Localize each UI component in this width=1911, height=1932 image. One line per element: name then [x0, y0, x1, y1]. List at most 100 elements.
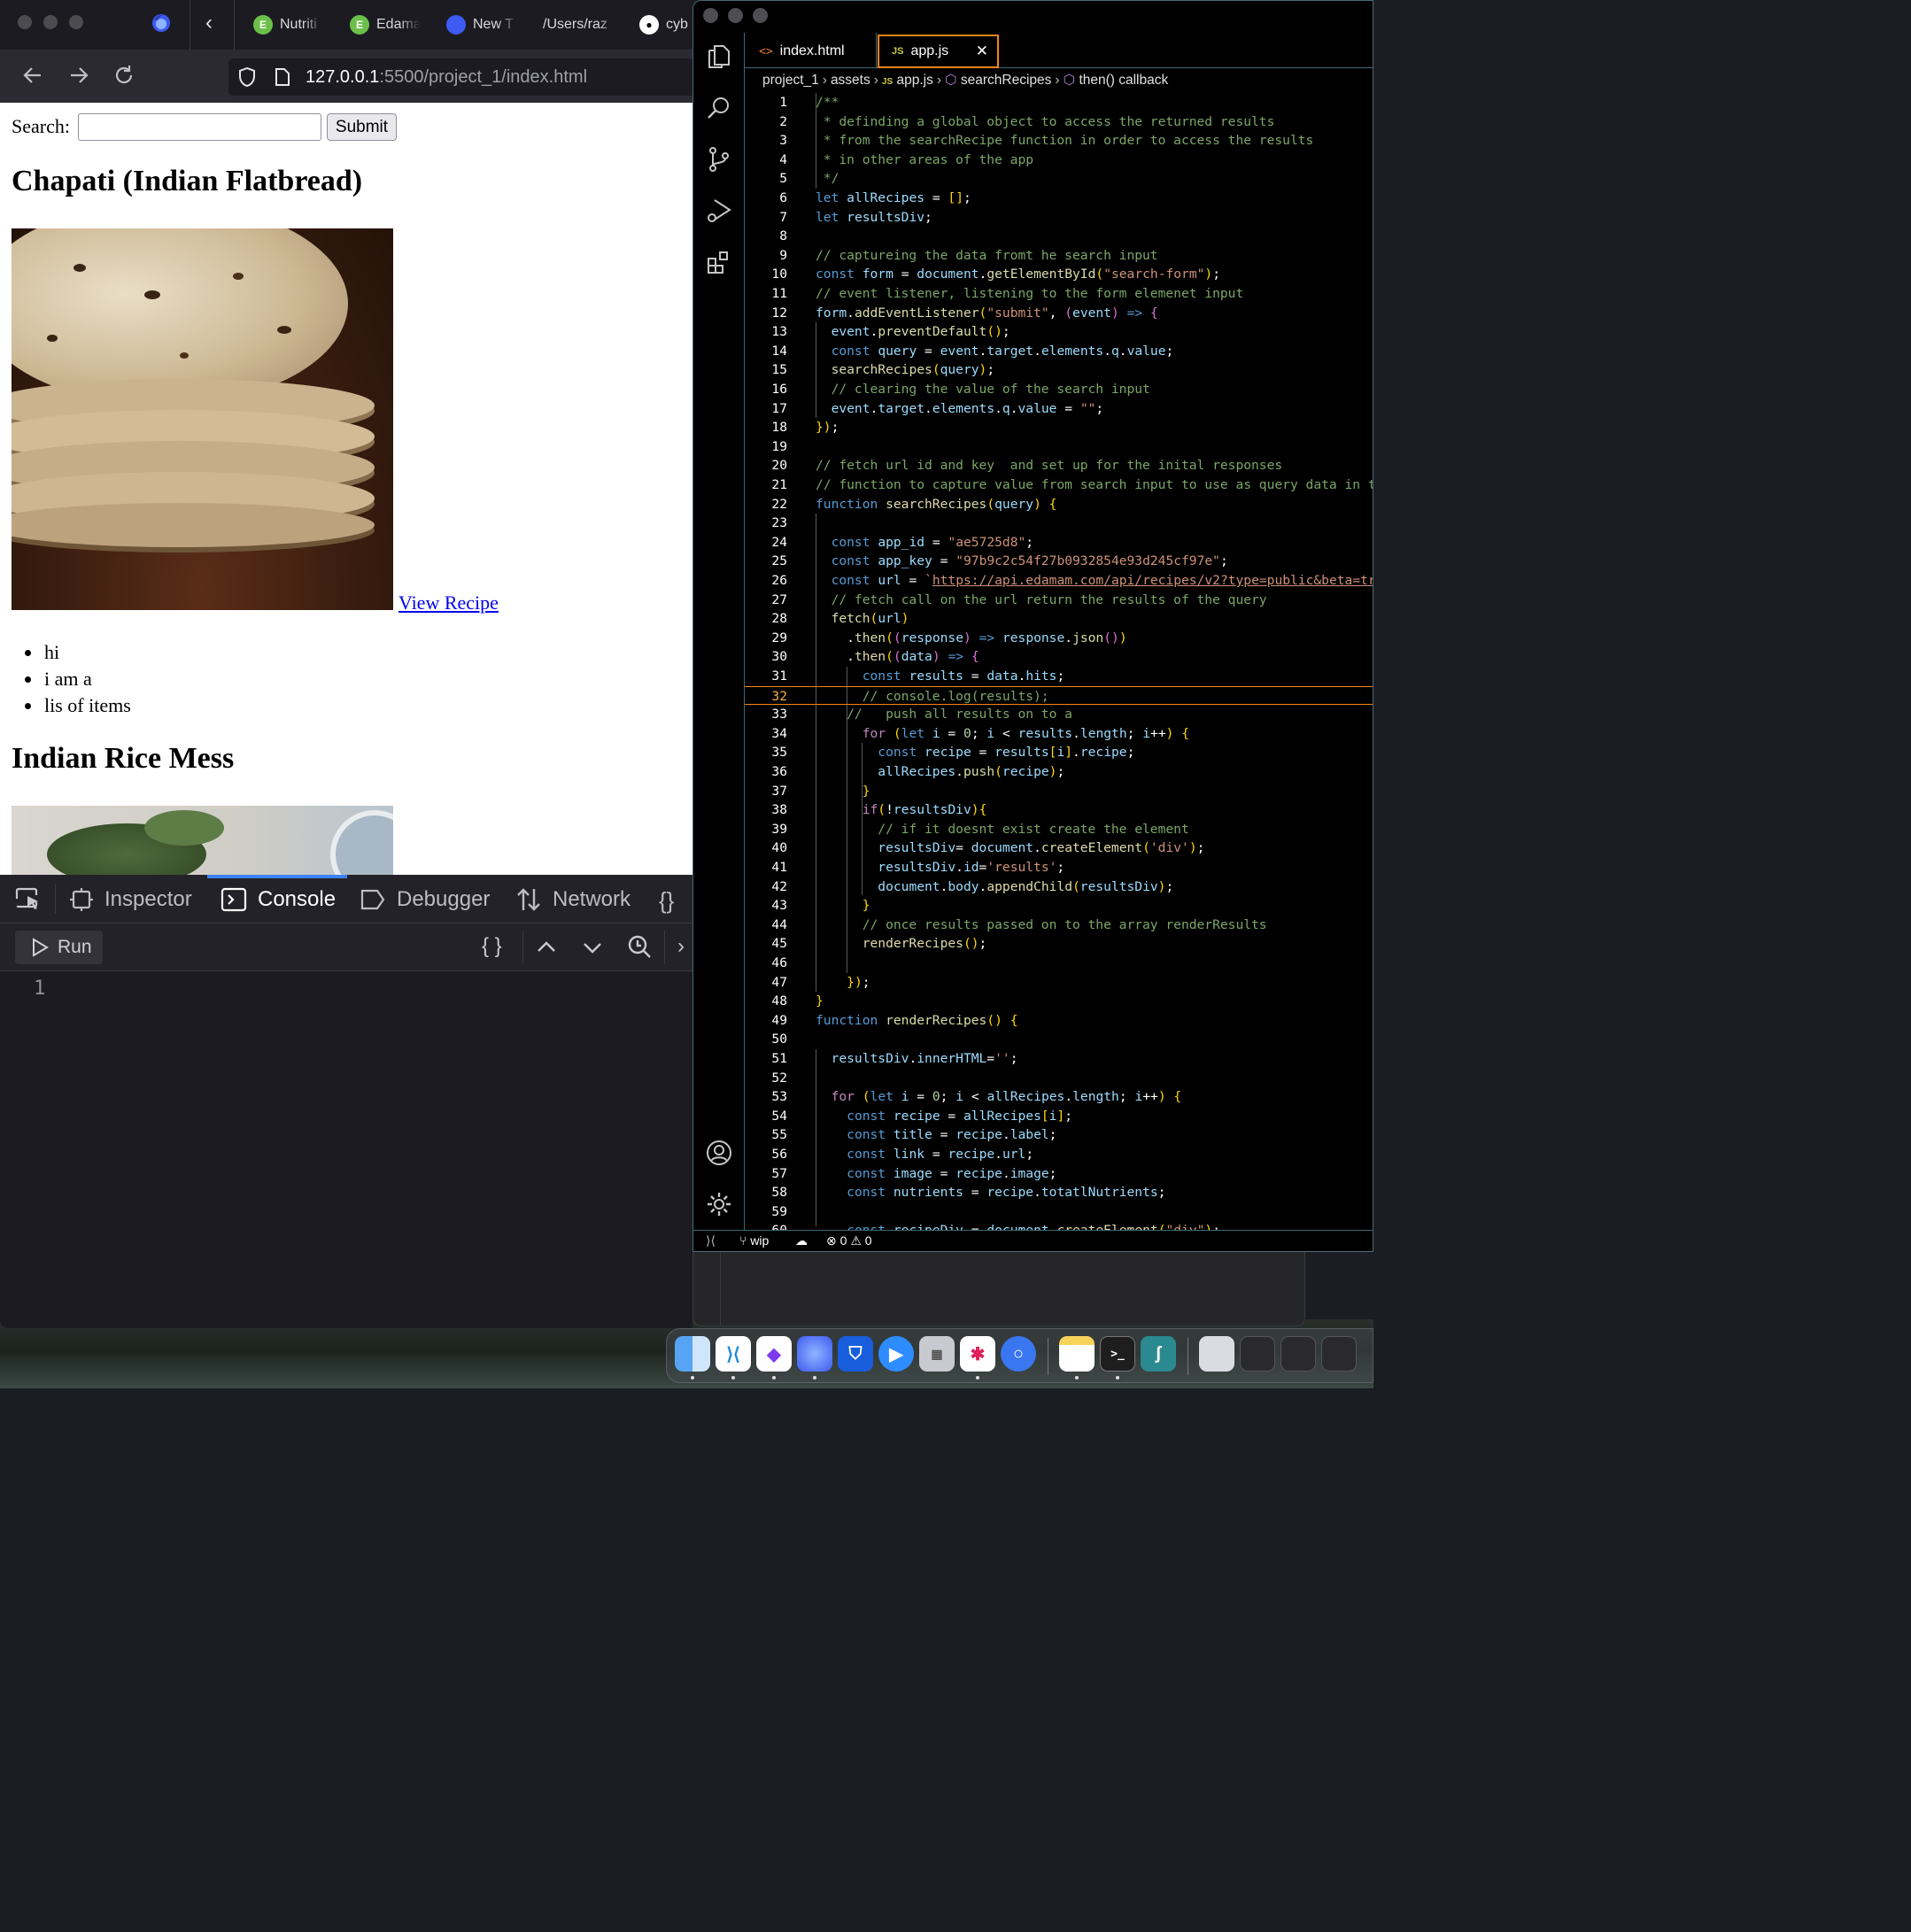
code-line[interactable]: 57 const image = recipe.image;: [745, 1164, 1373, 1184]
remote-icon[interactable]: ⟩⟨: [706, 1233, 716, 1248]
code-line[interactable]: 53 for (let i = 0; i < allRecipes.length…: [745, 1087, 1373, 1107]
tab-debugger[interactable]: Debugger: [360, 887, 490, 912]
code-line[interactable]: 11 // event listener, listening to the fo…: [745, 284, 1373, 304]
browser-tab[interactable]: E Nutriti: [253, 11, 324, 39]
code-line[interactable]: 23: [745, 514, 1373, 533]
code-line[interactable]: 45 renderRecipes();: [745, 934, 1373, 954]
shield-icon[interactable]: [237, 66, 257, 92]
reload-icon[interactable]: [112, 64, 135, 93]
finder-icon[interactable]: [675, 1336, 710, 1372]
code-line[interactable]: 18});: [745, 418, 1373, 437]
close-window-button[interactable]: [703, 8, 718, 23]
code-line[interactable]: 39 // if it doesnt exist create the elem…: [745, 820, 1373, 839]
breadcrumb-item[interactable]: assets: [831, 73, 870, 88]
code-line[interactable]: 28 fetch(url): [745, 609, 1373, 629]
firefox-icon[interactable]: [797, 1336, 832, 1372]
code-line[interactable]: 6 let allRecipes = [];: [745, 189, 1373, 208]
code-line[interactable]: 5 */: [745, 169, 1373, 189]
tab-scroll-left-icon[interactable]: ‹: [205, 11, 213, 35]
code-line[interactable]: 41 resultsDiv.id='results';: [745, 858, 1373, 877]
code-line[interactable]: 37 }: [745, 782, 1373, 801]
launchpad-icon[interactable]: ▦: [919, 1336, 955, 1372]
code-line[interactable]: 13 event.preventDefault();: [745, 322, 1373, 342]
code-line[interactable]: 47 });: [745, 973, 1373, 993]
tab-console[interactable]: Console: [220, 887, 336, 912]
source-control-icon[interactable]: [706, 146, 732, 173]
code-line[interactable]: 24 const app_id = "ae5725d8";: [745, 533, 1373, 553]
close-tab-icon[interactable]: ✕: [976, 43, 988, 60]
run-debug-icon[interactable]: [706, 197, 732, 224]
terminal-icon[interactable]: >_: [1100, 1336, 1135, 1372]
tab-network[interactable]: Network: [515, 887, 631, 912]
code-line[interactable]: 36 allRecipes.push(recipe);: [745, 762, 1373, 782]
submit-button[interactable]: Submit: [327, 113, 397, 141]
code-line[interactable]: 15 searchRecipes(query);: [745, 360, 1373, 380]
code-line[interactable]: 1 /**: [745, 93, 1373, 112]
explorer-icon[interactable]: [706, 43, 732, 70]
code-line[interactable]: 2 * definding a global object to access …: [745, 112, 1373, 132]
code-line[interactable]: 8: [745, 227, 1373, 246]
search-input[interactable]: [78, 113, 321, 141]
firefox-view-icon[interactable]: [151, 12, 172, 34]
breadcrumb-item[interactable]: project_1: [762, 73, 819, 88]
vscode-icon[interactable]: ⟩⟨: [716, 1336, 751, 1372]
git-branch[interactable]: ⑂ wip: [739, 1233, 769, 1248]
account-icon[interactable]: [706, 1140, 732, 1166]
code-line[interactable]: 51 resultsDiv.innerHTML='';: [745, 1049, 1373, 1069]
code-line[interactable]: 30 .then((data) => {: [745, 647, 1373, 667]
obsidian-icon[interactable]: ◆: [756, 1336, 792, 1372]
code-line[interactable]: 3 * from the searchRecipe function in or…: [745, 131, 1373, 151]
tab-app-js[interactable]: JS app.js ✕: [878, 35, 999, 68]
breadcrumb-item[interactable]: app.js: [896, 73, 932, 88]
code-line[interactable]: 56 const link = recipe.url;: [745, 1145, 1373, 1164]
code-line[interactable]: 4 * in other areas of the app: [745, 151, 1373, 170]
style-editor-icon[interactable]: {}: [659, 887, 674, 915]
code-line[interactable]: 55 const title = recipe.label;: [745, 1125, 1373, 1145]
view-recipe-link[interactable]: View Recipe: [398, 591, 499, 614]
browser-tab[interactable]: New T: [446, 11, 519, 39]
code-line[interactable]: 44 // once results passed on to the arra…: [745, 916, 1373, 935]
history-search-icon[interactable]: [627, 934, 652, 963]
code-line[interactable]: 25 const app_key = "97b9c2c54f27b0932854…: [745, 552, 1373, 571]
code-line[interactable]: 9 // captureing the data fromt he search …: [745, 246, 1373, 266]
code-line[interactable]: 31 const results = data.hits;: [745, 667, 1373, 686]
browser-tab[interactable]: ● cyb: [639, 11, 692, 39]
code-line[interactable]: 59: [745, 1202, 1373, 1222]
forward-arrow-icon[interactable]: [67, 64, 90, 93]
window-thumbnail-icon[interactable]: [1321, 1336, 1357, 1372]
code-line[interactable]: 19: [745, 437, 1373, 457]
extensions-icon[interactable]: [706, 249, 732, 275]
code-line[interactable]: 60 const recipeDiv = document.createElem…: [745, 1221, 1373, 1230]
code-line[interactable]: 38 if(!resultsDiv){: [745, 800, 1373, 820]
browser-tab[interactable]: E Edama: [350, 11, 421, 39]
maximize-window-button[interactable]: [69, 15, 83, 29]
code-line[interactable]: 42 document.body.appendChild(resultsDiv)…: [745, 877, 1373, 897]
breadcrumb-item[interactable]: then() callback: [1079, 73, 1168, 88]
window-thumbnail-icon[interactable]: [1240, 1336, 1275, 1372]
close-window-button[interactable]: [18, 15, 32, 29]
code-line[interactable]: 20 // fetch url id and key and set up for…: [745, 456, 1373, 475]
code-line[interactable]: 43 }: [745, 896, 1373, 916]
code-line[interactable]: 34 for (let i = 0; i < results.length; i…: [745, 724, 1373, 744]
url-text[interactable]: 127.0.0.1:5500/project_1/index.html: [306, 67, 587, 88]
code-line[interactable]: 58 const nutrients = recipe.totatlNutrie…: [745, 1183, 1373, 1202]
code-line[interactable]: 32 // console.log(results);: [745, 685, 1373, 706]
code-editor[interactable]: 1 /** 2 * definding a global object to acc…: [745, 93, 1373, 1230]
code-line[interactable]: 26 const url = `https://api.edamam.com/a…: [745, 571, 1373, 591]
scrivener-icon[interactable]: ʃ: [1141, 1336, 1176, 1372]
chevron-down-icon[interactable]: [581, 936, 604, 963]
code-line[interactable]: 12 form.addEventListener("submit", (event…: [745, 304, 1373, 323]
code-line[interactable]: 10 const form = document.getElementById("…: [745, 265, 1373, 284]
settings-gear-icon[interactable]: [706, 1191, 732, 1217]
code-line[interactable]: 29 .then((response) => response.json()): [745, 629, 1373, 648]
document-icon[interactable]: [1199, 1336, 1234, 1372]
signal-icon[interactable]: ○: [1001, 1336, 1036, 1372]
browser-tab[interactable]: /Users/raz: [543, 11, 621, 39]
code-line[interactable]: 49 function renderRecipes() {: [745, 1011, 1373, 1031]
tab-index-html[interactable]: <> index.html: [747, 35, 857, 68]
code-line[interactable]: 33 // push all results on to a: [745, 705, 1373, 724]
code-line[interactable]: 35 const recipe = results[i].recipe;: [745, 743, 1373, 762]
minimize-window-button[interactable]: [43, 15, 58, 29]
search-icon[interactable]: [706, 95, 732, 121]
tab-inspector[interactable]: Inspector: [69, 887, 192, 912]
